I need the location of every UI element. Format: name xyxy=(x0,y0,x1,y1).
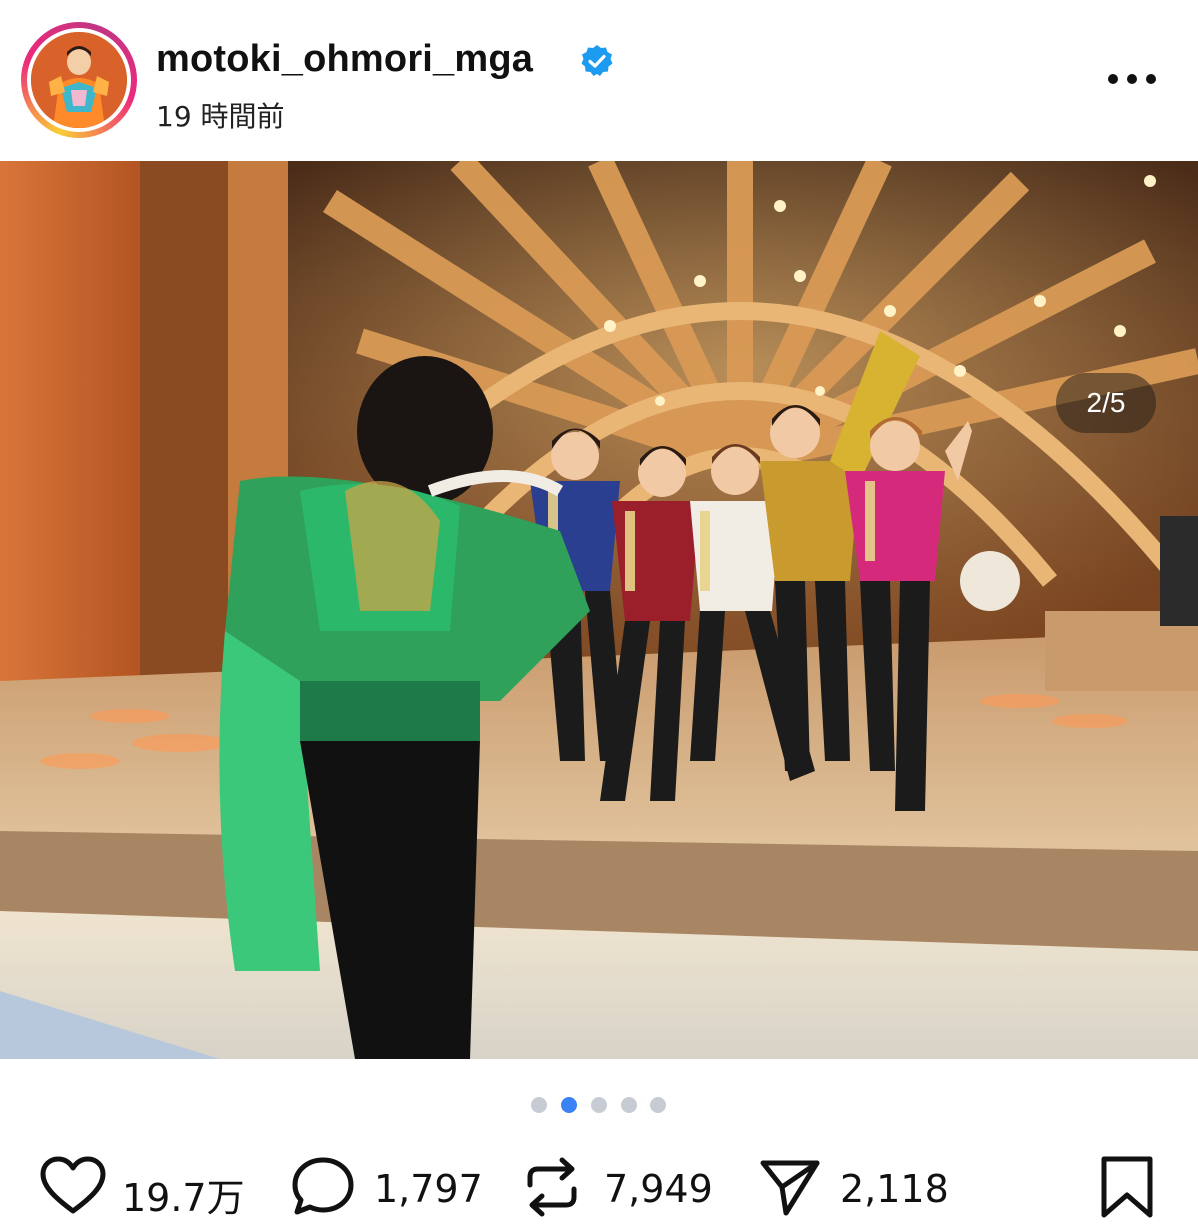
carousel-dot[interactable] xyxy=(531,1097,547,1113)
repost-icon xyxy=(527,1157,577,1217)
carousel-dot[interactable] xyxy=(650,1097,666,1113)
post-header: motoki_ohmori_mga 19 時間前 xyxy=(0,0,1198,160)
more-dot xyxy=(1146,74,1156,84)
send-icon xyxy=(760,1160,820,1216)
share-button[interactable]: 2,118 xyxy=(758,1155,958,1219)
like-button[interactable]: 19.7万 xyxy=(38,1155,248,1220)
avatar-frame xyxy=(27,28,131,132)
post-timestamp: 19 時間前 xyxy=(156,100,285,133)
carousel-indicator xyxy=(0,1095,1198,1115)
carousel-dot-active[interactable] xyxy=(561,1097,577,1113)
more-options-button[interactable] xyxy=(1100,60,1164,100)
more-dot xyxy=(1108,74,1118,84)
carousel-dot[interactable] xyxy=(621,1097,637,1113)
action-bar: 19.7万 1,797 7,949 2,118 xyxy=(0,1145,1198,1228)
avatar-image xyxy=(31,32,127,128)
avatar[interactable] xyxy=(31,32,127,128)
media-counter: 2/5 xyxy=(1056,373,1156,433)
repost-count: 7,949 xyxy=(604,1167,713,1211)
like-count: 19.7万 xyxy=(122,1176,245,1220)
post-photo[interactable]: 2/5 xyxy=(0,161,1198,1059)
comment-icon xyxy=(292,1157,354,1215)
share-count: 2,118 xyxy=(840,1167,949,1211)
username[interactable]: motoki_ohmori_mga xyxy=(156,38,533,81)
more-dot xyxy=(1127,74,1137,84)
comment-count: 1,797 xyxy=(374,1167,483,1211)
verified-badge-icon xyxy=(581,45,613,76)
carousel-dot[interactable] xyxy=(591,1097,607,1113)
repost-button[interactable]: 7,949 xyxy=(522,1155,722,1219)
save-button[interactable] xyxy=(1098,1155,1156,1219)
story-ring[interactable] xyxy=(21,22,137,138)
bookmark-icon xyxy=(1101,1156,1153,1218)
stage-photo xyxy=(0,161,1198,1059)
heart-icon xyxy=(40,1156,106,1214)
comment-button[interactable]: 1,797 xyxy=(290,1155,490,1219)
